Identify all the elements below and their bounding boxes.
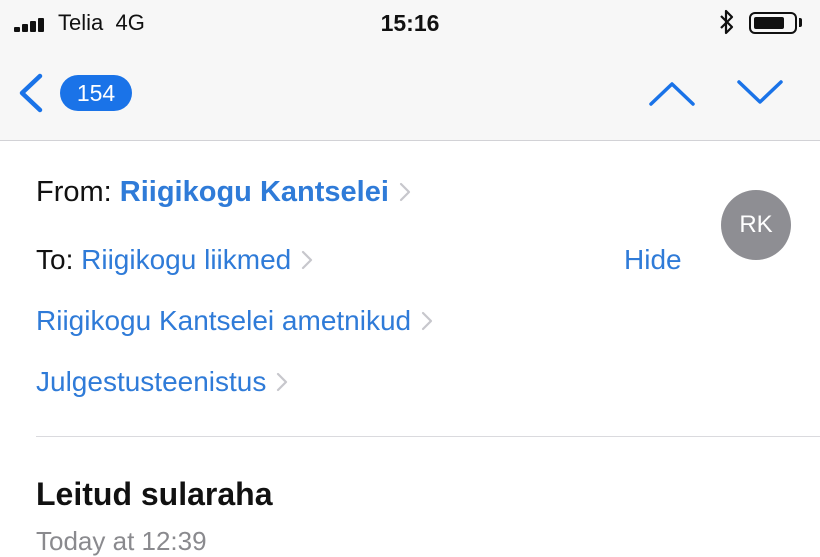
hide-details-button[interactable]: Hide bbox=[624, 244, 682, 276]
chevron-left-icon[interactable] bbox=[16, 72, 46, 114]
to-row: To: Riigikogu liikmed bbox=[36, 244, 313, 276]
sender-name-link[interactable]: Riigikogu Kantselei bbox=[120, 176, 389, 208]
status-bar: Telia 4G 15:16 bbox=[0, 0, 820, 48]
chevron-up-icon[interactable] bbox=[648, 78, 696, 108]
bluetooth-icon bbox=[720, 9, 734, 35]
recipient-link[interactable]: Julgestusteenistus bbox=[36, 366, 266, 397]
recipient-row: Riigikogu Kantselei ametnikud bbox=[36, 305, 433, 337]
to-label: To: bbox=[36, 244, 74, 275]
message-date: Today at 12:39 bbox=[36, 526, 207, 556]
recipient-row: Julgestusteenistus bbox=[36, 366, 288, 398]
chevron-down-icon[interactable] bbox=[736, 78, 784, 108]
recipient-link[interactable]: Riigikogu Kantselei ametnikud bbox=[36, 305, 411, 336]
from-label: From: bbox=[36, 176, 112, 208]
chevron-right-icon bbox=[422, 311, 433, 331]
battery-cap bbox=[799, 18, 802, 27]
header-divider bbox=[36, 436, 820, 437]
chevron-right-icon bbox=[302, 250, 313, 270]
from-row: From: Riigikogu Kantselei bbox=[36, 176, 411, 209]
unread-count-badge[interactable]: 154 bbox=[60, 75, 132, 111]
recipient-link[interactable]: Riigikogu liikmed bbox=[81, 244, 291, 275]
sender-avatar[interactable]: RK bbox=[721, 190, 791, 260]
chevron-right-icon bbox=[277, 372, 288, 392]
battery-icon bbox=[749, 12, 797, 34]
mail-navigation-bar: 154 bbox=[0, 48, 820, 141]
message-subject: Leitud sularaha bbox=[36, 476, 273, 512]
status-time: 15:16 bbox=[380, 10, 440, 36]
chevron-right-icon bbox=[399, 182, 410, 202]
